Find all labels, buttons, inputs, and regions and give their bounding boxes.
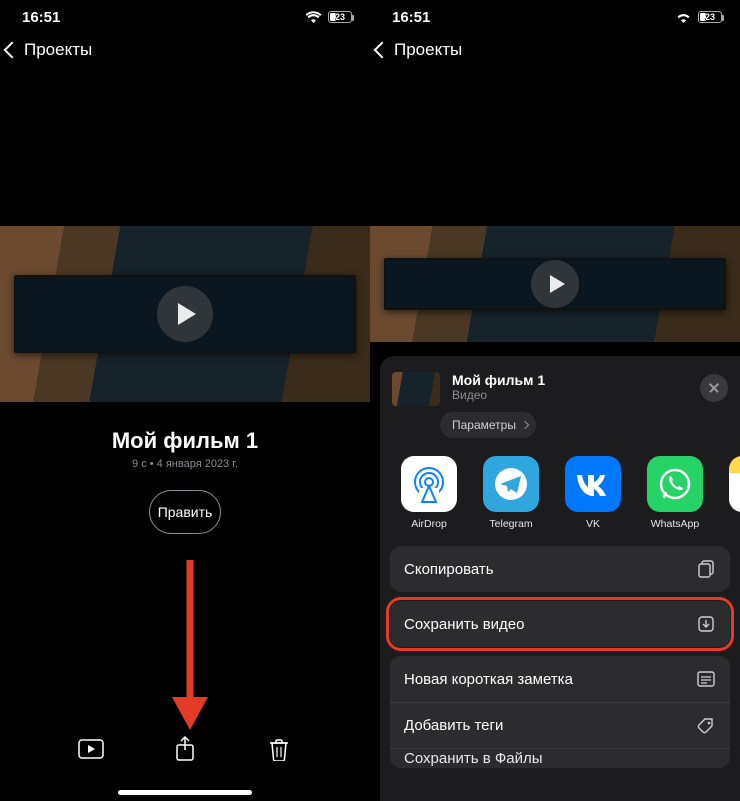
share-icon[interactable]	[172, 737, 198, 761]
download-icon	[696, 614, 716, 634]
battery-indicator: 23	[698, 11, 722, 23]
status-time: 16:51	[392, 9, 430, 26]
share-actions: Скопировать Сохранить видео Новая коротк…	[380, 544, 740, 768]
airdrop-icon	[401, 456, 457, 512]
wifi-icon	[305, 11, 322, 23]
annotation-arrow	[160, 555, 220, 730]
copy-icon	[696, 559, 716, 579]
action-copy[interactable]: Скопировать	[390, 546, 730, 592]
action-add-tags[interactable]: Добавить теги	[390, 702, 730, 748]
share-thumbnail	[392, 372, 440, 406]
edit-button[interactable]: Править	[149, 490, 221, 534]
share-app-airdrop[interactable]: AirDrop	[398, 456, 460, 530]
home-indicator[interactable]	[118, 790, 252, 795]
back-label: Проекты	[24, 40, 92, 60]
status-bar: 16:51 23	[0, 0, 370, 34]
back-label: Проекты	[394, 40, 462, 60]
tag-icon	[696, 716, 716, 736]
chevron-right-icon	[521, 421, 529, 429]
whatsapp-icon	[647, 456, 703, 512]
play-button[interactable]	[531, 260, 579, 308]
project-title: Мой фильм 1	[0, 428, 370, 454]
play-icon	[178, 303, 196, 325]
action-quick-note[interactable]: Новая короткая заметка	[390, 656, 730, 702]
share-app-vk[interactable]: VK	[562, 456, 624, 530]
note-icon	[696, 670, 716, 688]
battery-indicator: 23	[328, 11, 352, 23]
vk-icon	[565, 456, 621, 512]
chevron-left-icon	[4, 42, 21, 59]
telegram-icon	[483, 456, 539, 512]
play-button[interactable]	[157, 286, 213, 342]
project-title-block: Мой фильм 1 9 с • 4 января 2023 г.	[0, 428, 370, 470]
share-subtitle: Видео	[452, 388, 545, 402]
action-save-video[interactable]: Сохранить видео	[390, 601, 730, 647]
action-group: Новая короткая заметка Добавить теги Сох…	[390, 656, 730, 768]
close-button[interactable]	[700, 374, 728, 402]
status-time: 16:51	[22, 9, 60, 26]
wifi-icon	[675, 11, 692, 23]
trash-icon[interactable]	[266, 737, 292, 761]
video-preview[interactable]	[0, 226, 370, 402]
screenshot-right: 16:51 23 Проекты Мой фильм 1	[370, 0, 740, 801]
project-meta: 9 с • 4 января 2023 г.	[0, 458, 370, 470]
action-save-files[interactable]: Сохранить в Файлы	[390, 748, 730, 768]
status-bar: 16:51 23	[370, 0, 740, 34]
share-apps-row[interactable]: AirDrop Telegram VK	[380, 446, 740, 544]
share-sheet-header: Мой фильм 1 Видео	[380, 366, 740, 416]
share-app-more[interactable]: За	[726, 456, 740, 530]
chevron-left-icon	[374, 42, 391, 59]
play-icon	[550, 275, 565, 293]
back-button[interactable]: Проекты	[6, 40, 92, 60]
notes-icon	[729, 456, 740, 512]
share-title: Мой фильм 1	[452, 372, 545, 388]
play-outline-icon[interactable]	[78, 737, 104, 761]
share-sheet: Мой фильм 1 Видео Параметры AirDrop	[380, 356, 740, 801]
video-preview[interactable]	[370, 226, 740, 342]
share-app-telegram[interactable]: Telegram	[480, 456, 542, 530]
screenshot-left: 16:51 23 Проекты Мой фильм 1 9 с • 4 янв…	[0, 0, 370, 801]
share-app-whatsapp[interactable]: WhatsApp	[644, 456, 706, 530]
bottom-toolbar	[0, 727, 370, 771]
back-button[interactable]: Проекты	[376, 40, 462, 60]
